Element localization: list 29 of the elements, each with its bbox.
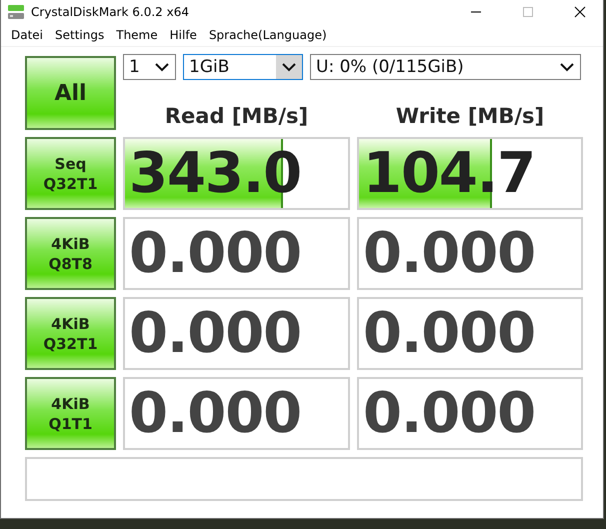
test-button[interactable]: 4KiB Q32T1: [25, 297, 116, 370]
result-value: 0.000: [128, 300, 302, 368]
menu-item[interactable]: Sprache(Language): [202, 28, 333, 42]
window-title: CrystalDiskMark 6.0.2 x64: [31, 5, 190, 19]
chevron-down-icon: [560, 62, 574, 72]
test-button[interactable]: 4KiB Q8T8: [25, 217, 116, 290]
dropdown[interactable]: 1: [123, 54, 176, 80]
dropdown[interactable]: U: 0% (0/115GiB): [310, 54, 581, 80]
maximize-icon: [522, 6, 534, 18]
menu-item[interactable]: Theme: [110, 28, 164, 42]
test-button[interactable]: 4KiB Q1T1: [25, 377, 116, 450]
app-icon: [7, 4, 25, 20]
column-header: Write [MB/s]: [394, 104, 546, 130]
comment-field[interactable]: [25, 457, 583, 501]
dropdown[interactable]: 1GiB: [183, 54, 303, 80]
close-icon: [574, 6, 586, 18]
chevron-down-icon: [155, 62, 169, 72]
column-header: Read [MB/s]: [164, 104, 310, 130]
run-all-button[interactable]: All: [25, 56, 116, 130]
test-button[interactable]: Seq Q32T1: [25, 137, 116, 210]
chevron-down-icon: [282, 62, 296, 72]
result-value: 0.000: [128, 220, 302, 288]
result-value: 0.000: [128, 380, 302, 448]
menu-item[interactable]: Settings: [49, 28, 110, 42]
result-value: 0.000: [362, 220, 536, 288]
menu-item[interactable]: Datei: [5, 28, 50, 42]
result-value: 0.000: [362, 300, 536, 368]
menu-item[interactable]: Hilfe: [164, 28, 203, 42]
result-value: 0.000: [362, 380, 536, 448]
